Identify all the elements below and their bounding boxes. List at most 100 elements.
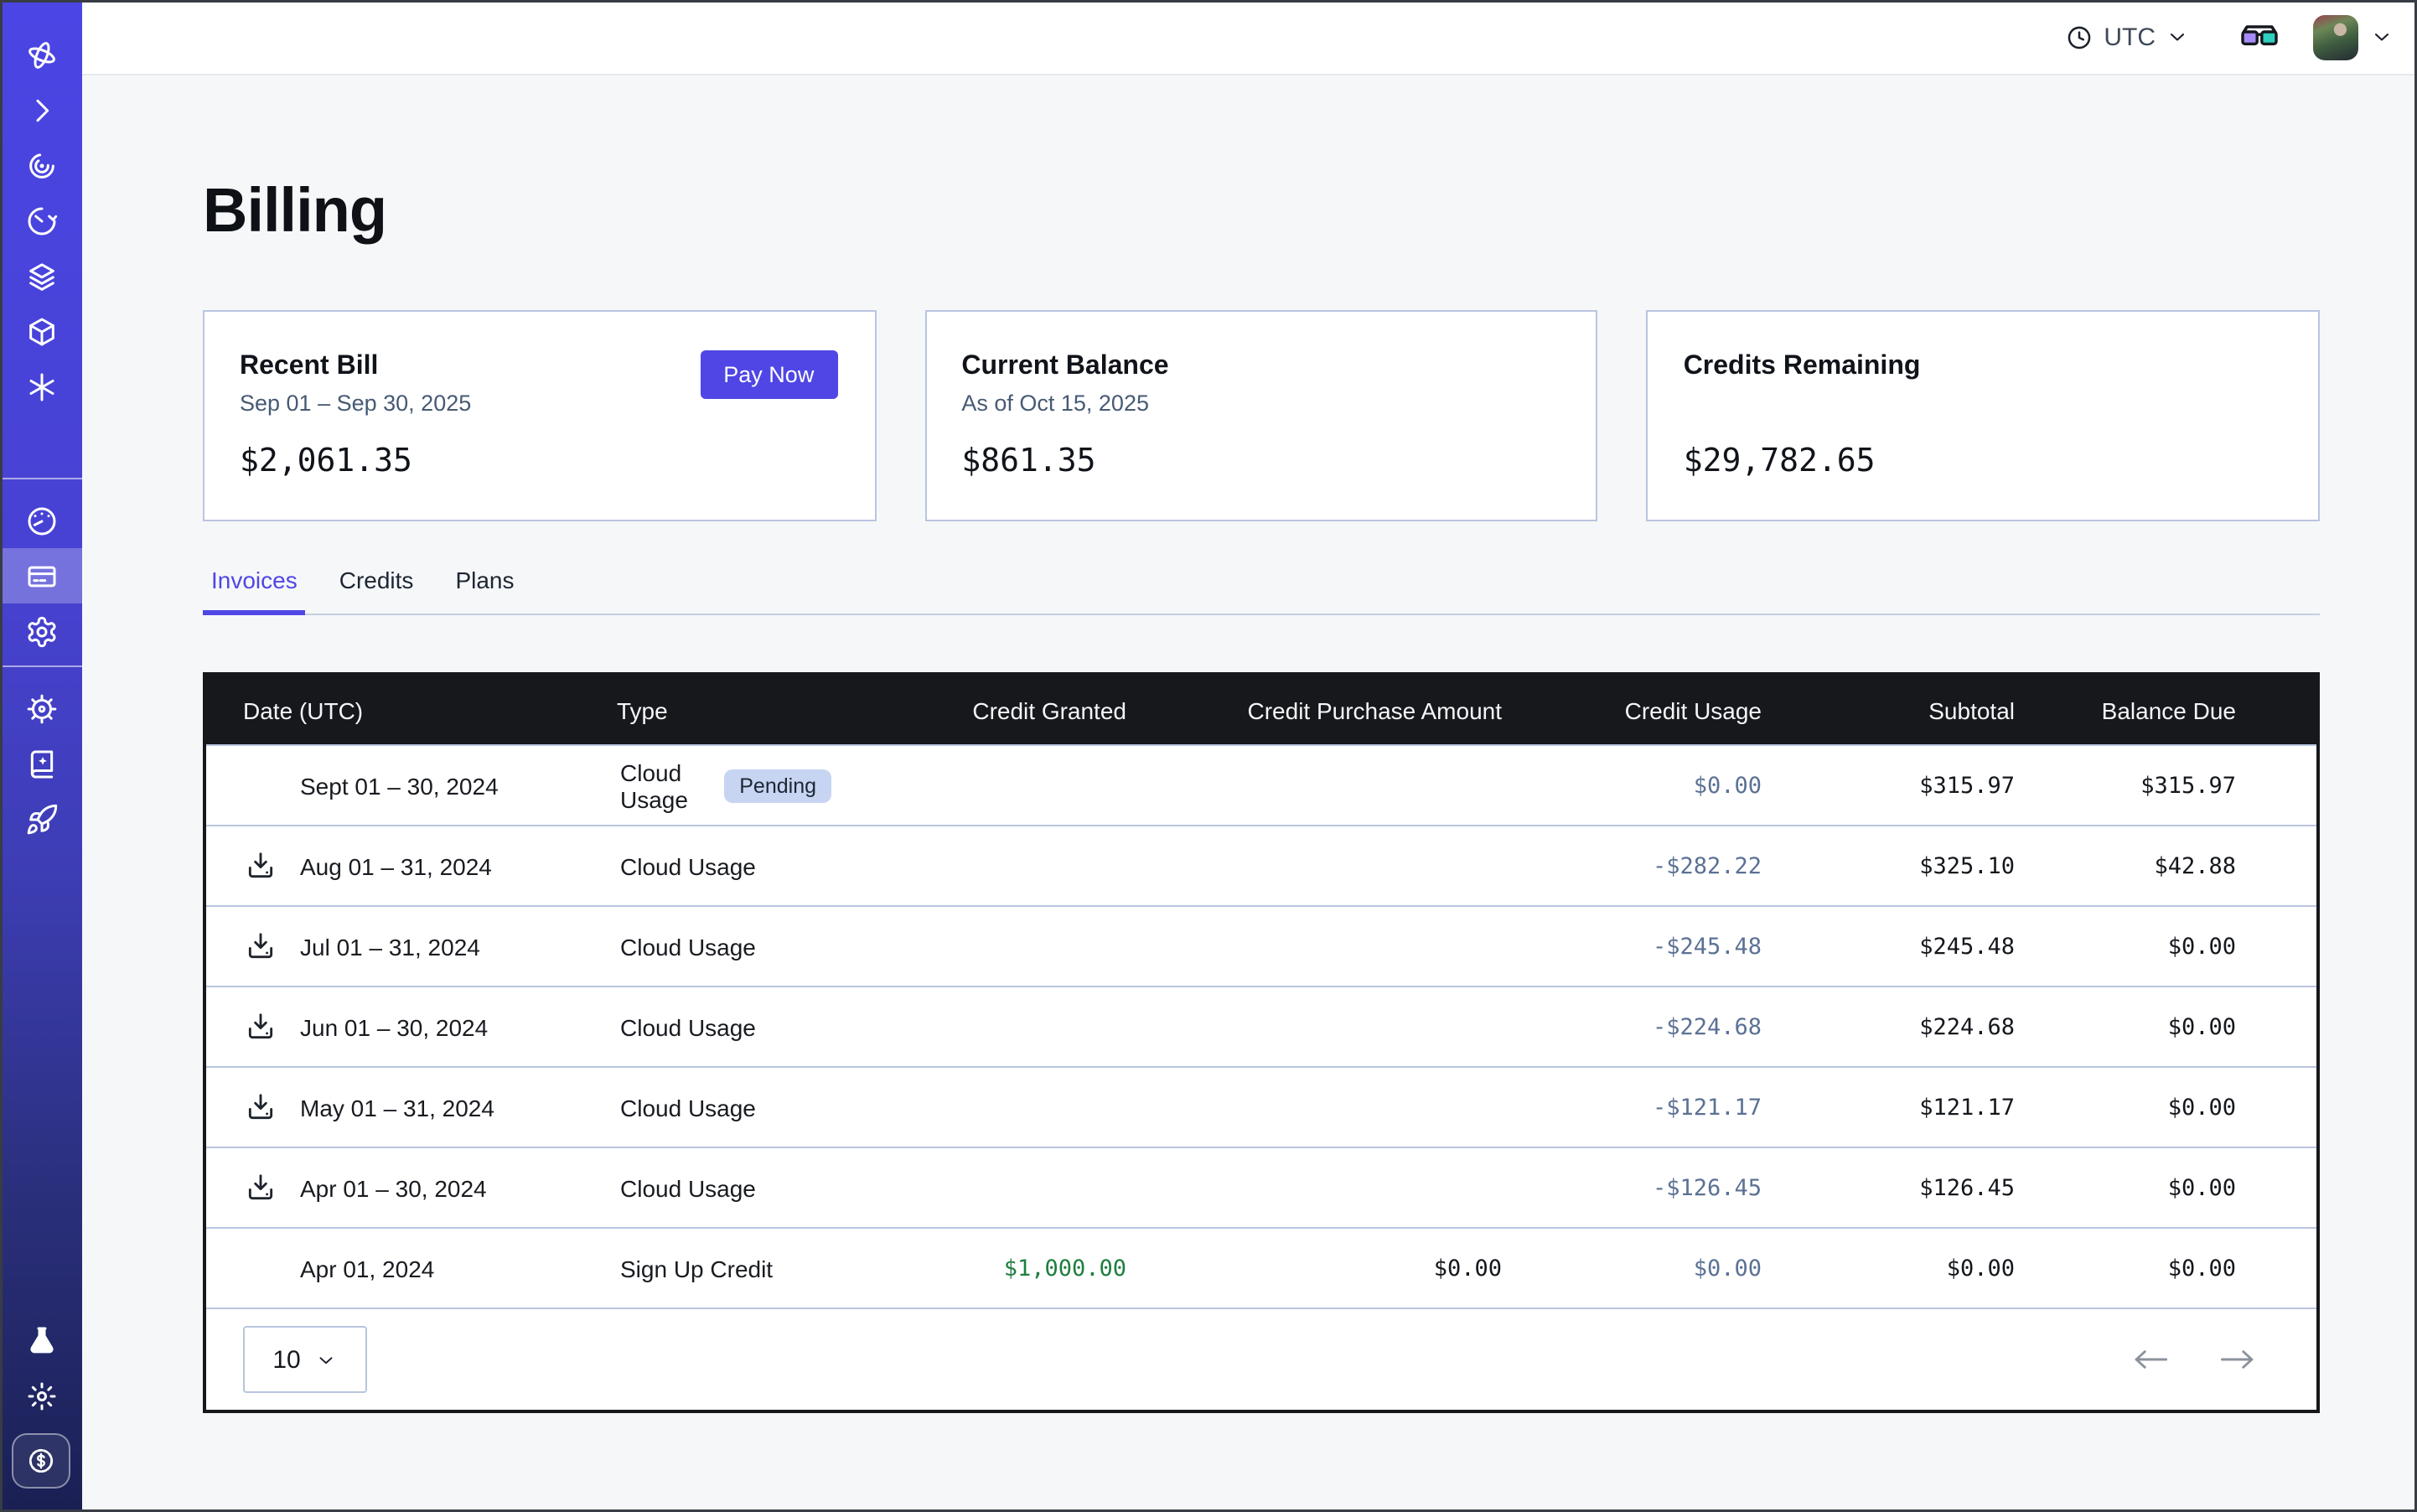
sidebar-item-usage[interactable]	[0, 493, 82, 548]
page-title: Billing	[203, 173, 386, 251]
sidebar-item-docs[interactable]	[0, 736, 82, 791]
sidebar-item-functions[interactable]	[0, 359, 82, 414]
status-badge: Pending	[724, 769, 831, 802]
invoice-type: Cloud Usage	[620, 852, 756, 879]
download-invoice-button[interactable]	[243, 1010, 277, 1043]
chevron-right-icon	[24, 93, 58, 127]
column-header: Date (UTC)	[206, 696, 580, 723]
page-size-value: 10	[272, 1345, 300, 1374]
sidebar-item-timer[interactable]	[0, 193, 82, 248]
prev-page-button[interactable]	[2132, 1348, 2169, 1371]
balance-due-value: $0.00	[2055, 1013, 2316, 1040]
sidebar-item-labs[interactable]	[0, 1313, 82, 1368]
balance-due-value: $0.00	[2055, 1174, 2316, 1201]
sidebar-item-launch[interactable]	[0, 791, 82, 847]
invoice-date: Jun 01 – 30, 2024	[300, 1013, 488, 1040]
download-invoice-button[interactable]	[243, 849, 277, 883]
eye-icon	[24, 148, 58, 182]
table-row: May 01 – 31, 2024Cloud Usage-$121.17$121…	[206, 1066, 2316, 1147]
dollar-badge-icon	[25, 1445, 57, 1477]
column-header: Credit Purchase Amount	[1167, 696, 1542, 723]
invoice-date: Sept 01 – 30, 2024	[300, 772, 499, 799]
sidebar-divider	[0, 665, 82, 667]
helm-icon	[24, 691, 58, 725]
sidebar-item-storage[interactable]	[0, 303, 82, 359]
page-size-select[interactable]: 10	[243, 1326, 367, 1393]
invoice-date-cell: Jun 01 – 30, 2024	[206, 1010, 580, 1043]
invoices-table: Date (UTC)TypeCredit GrantedCredit Purch…	[203, 672, 2320, 1413]
balance-due-value: $0.00	[2055, 1094, 2316, 1121]
chevron-down-icon	[2370, 25, 2394, 49]
sidebar-item-observe[interactable]	[0, 137, 82, 193]
chevron-down-icon	[316, 1349, 338, 1370]
card-title: Current Balance	[961, 352, 1560, 382]
credit-usage-value: -$224.68	[1542, 1013, 1802, 1040]
credit-card-icon	[24, 559, 58, 593]
billing-tabs: Invoices Credits Plans	[203, 567, 2320, 615]
invoice-date-cell: Jul 01 – 31, 2024	[206, 929, 580, 963]
credits-button[interactable]	[12, 1433, 70, 1489]
invoice-type-cell: Cloud Usage	[580, 1013, 831, 1040]
asterisk-icon	[24, 370, 58, 403]
credit-usage-value: $0.00	[1542, 1255, 1802, 1282]
invoice-date-cell: Apr 01, 2024	[206, 1251, 580, 1285]
user-avatar[interactable]	[2313, 14, 2358, 60]
arrow-right-icon	[2219, 1348, 2256, 1371]
flask-icon	[24, 1323, 58, 1357]
gauge-icon	[24, 504, 58, 537]
invoice-type-cell: Cloud Usage Pending	[580, 759, 831, 812]
user-menu-button[interactable]	[2370, 25, 2394, 49]
app-logo[interactable]	[0, 27, 82, 82]
invoice-date: Aug 01 – 31, 2024	[300, 852, 492, 879]
balance-due-value: $0.00	[2055, 1255, 2316, 1282]
credit-usage-value: -$126.45	[1542, 1174, 1802, 1201]
invoice-type: Sign Up Credit	[620, 1255, 773, 1282]
table-header: Date (UTC)TypeCredit GrantedCredit Purch…	[206, 676, 2316, 744]
card-subtitle	[1684, 391, 2283, 419]
column-header: Balance Due	[2055, 696, 2316, 723]
download-icon	[244, 1011, 276, 1043]
tab-credits[interactable]: Credits	[331, 567, 422, 614]
card-subtitle: As of Oct 15, 2025	[961, 391, 1560, 419]
sidebar-expand-button[interactable]	[0, 82, 82, 137]
table-row: Apr 01 – 30, 2024Cloud Usage-$126.45$126…	[206, 1147, 2316, 1227]
invoice-type: Cloud Usage	[620, 1174, 756, 1201]
download-icon	[244, 1172, 276, 1204]
3d-glasses-button[interactable]	[2239, 17, 2280, 57]
pay-now-button[interactable]: Pay Now	[700, 350, 837, 399]
sidebar-item-billing[interactable]	[0, 548, 82, 603]
arrow-left-icon	[2132, 1348, 2169, 1371]
download-icon	[244, 1091, 276, 1123]
table-row: Sept 01 – 30, 2024Cloud UsagePending$0.0…	[206, 744, 2316, 825]
tab-plans[interactable]: Plans	[447, 567, 522, 614]
theme-toggle[interactable]	[0, 1368, 82, 1423]
book-sparkle-icon	[24, 747, 58, 780]
invoice-type-cell: Cloud Usage	[580, 852, 831, 879]
next-page-button[interactable]	[2219, 1348, 2256, 1371]
invoice-type: Cloud Usage	[620, 759, 707, 812]
download-slot	[243, 769, 277, 802]
timezone-selector[interactable]: UTC	[2065, 23, 2189, 51]
invoice-type: Cloud Usage	[620, 1094, 756, 1121]
invoice-date: Jul 01 – 31, 2024	[300, 933, 480, 960]
invoice-type: Cloud Usage	[620, 933, 756, 960]
invoice-date: May 01 – 31, 2024	[300, 1094, 494, 1121]
download-invoice-button[interactable]	[243, 929, 277, 963]
cube-icon	[24, 314, 58, 348]
subtotal-value: $245.48	[1802, 933, 2055, 960]
download-invoice-button[interactable]	[243, 1090, 277, 1124]
summary-cards: Recent Bill Sep 01 – Sep 30, 2025 $2,061…	[203, 310, 2320, 521]
tab-invoices[interactable]: Invoices	[203, 567, 306, 614]
credit-granted-value: $1,000.00	[831, 1255, 1167, 1282]
table-body: Sept 01 – 30, 2024 Cloud Usage Pending $0.0…	[206, 744, 2316, 1307]
sidebar-item-fleet[interactable]	[0, 681, 82, 736]
invoice-date-cell: Aug 01 – 31, 2024	[206, 849, 580, 883]
card-title: Credits Remaining	[1684, 352, 2283, 382]
sidebar-item-settings[interactable]	[0, 603, 82, 659]
sidebar-item-layers[interactable]	[0, 248, 82, 303]
balance-due-value: $0.00	[2055, 933, 2316, 960]
subtotal-value: $315.97	[1802, 772, 2055, 799]
download-invoice-button[interactable]	[243, 1171, 277, 1204]
subtotal-value: $224.68	[1802, 1013, 2055, 1040]
invoice-date: Apr 01, 2024	[300, 1255, 434, 1282]
